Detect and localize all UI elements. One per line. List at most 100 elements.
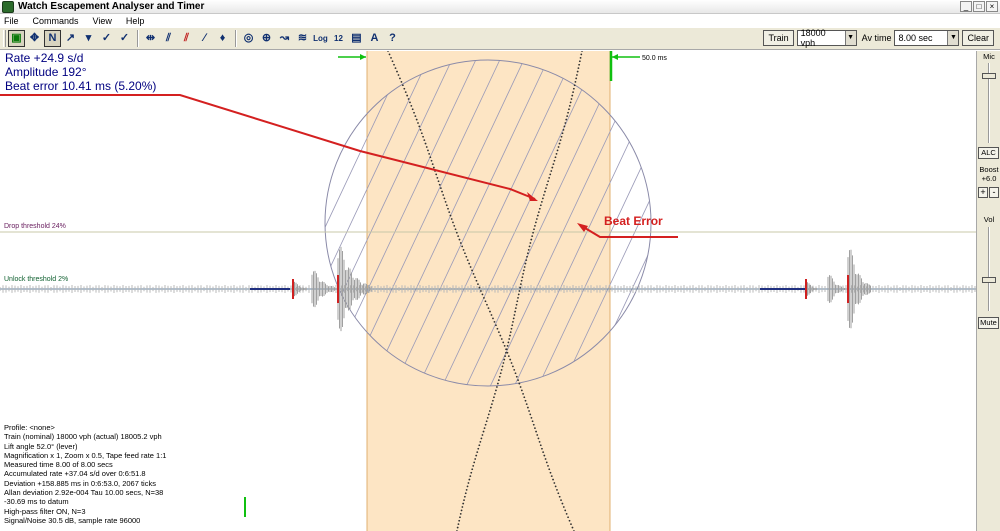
drop-icon[interactable]: ♦: [214, 30, 231, 47]
trace-point: [500, 368, 503, 371]
collapse-icon[interactable]: ⇹: [142, 30, 159, 47]
trace-point: [477, 283, 479, 286]
train-button[interactable]: Train: [763, 30, 794, 46]
waveform-icon[interactable]: N: [44, 30, 61, 47]
expand-icon[interactable]: ⊕: [258, 30, 275, 47]
minimize-button[interactable]: _: [960, 1, 972, 12]
trace-point: [437, 180, 440, 183]
hatch-line: [704, 51, 864, 391]
trace-point: [423, 139, 426, 142]
boost-increase-button[interactable]: +: [978, 187, 988, 198]
trace-point: [468, 262, 471, 265]
trace-point: [534, 221, 537, 224]
trace-point: [531, 235, 534, 238]
slash-icon[interactable]: ⫽: [160, 30, 177, 47]
av-time-select[interactable]: 8.00 sec ▼: [894, 30, 960, 46]
trace-point: [470, 471, 473, 474]
vol-slider-thumb[interactable]: [982, 277, 996, 283]
move-icon[interactable]: ✥: [26, 30, 43, 47]
lift-angle-icon[interactable]: ↗: [62, 30, 79, 47]
maximize-button[interactable]: □: [973, 1, 985, 12]
trace-point: [419, 128, 422, 131]
trace-point: [484, 300, 487, 303]
trace-point: [467, 482, 470, 484]
trace-point: [538, 207, 541, 210]
trace-point: [524, 262, 527, 265]
trace-point: [411, 108, 414, 111]
clear-button[interactable]: Clear: [962, 30, 994, 46]
info-line: Signal/Noise 30.5 dB, sample rate 96000: [4, 515, 141, 525]
chevron-down-icon: ▼: [947, 31, 959, 45]
mic-slider-thumb[interactable]: [982, 73, 996, 79]
app-icon: [2, 1, 14, 13]
trace-point: [529, 413, 532, 416]
train-select[interactable]: 18000 vph ▼: [796, 28, 857, 48]
help-cursor-icon[interactable]: ?: [384, 30, 401, 47]
toolbar-grip: [3, 30, 6, 47]
mute-button[interactable]: Mute: [978, 317, 999, 329]
info-line: High-pass filter ON, N=3: [4, 506, 86, 516]
trace-point: [563, 125, 566, 128]
trace-point: [480, 290, 482, 292]
trace-point: [517, 293, 520, 296]
info-panel: Profile: <none> Train (nominal) 18000 vp…: [4, 423, 166, 525]
trace-point: [570, 98, 573, 100]
hatch-line: [776, 51, 936, 391]
vol-slider-track[interactable]: [988, 227, 990, 311]
title-bar: Watch Escapement Analyser and Timer _ □ …: [0, 0, 1000, 14]
menu-bar: File Commands View Help: [0, 14, 1000, 27]
chart-icon[interactable]: ▤: [348, 30, 365, 47]
menu-help[interactable]: Help: [126, 16, 145, 26]
trace-point: [487, 307, 490, 310]
trace-point: [462, 502, 465, 505]
vol-label: Vol: [983, 215, 995, 224]
trace-point: [459, 242, 462, 244]
trace-point: [560, 499, 562, 502]
trace-icon[interactable]: ↝: [276, 30, 293, 47]
close-button[interactable]: ×: [986, 1, 998, 12]
trace-point: [524, 399, 527, 402]
boost-decrease-button[interactable]: -: [989, 187, 999, 198]
info-line: Accumulated rate +37.04 s/d over 0:6:51.…: [4, 469, 146, 479]
trace-point: [497, 379, 500, 382]
flag-icon[interactable]: ▾: [80, 30, 97, 47]
trace-point: [522, 272, 525, 275]
tape-icon[interactable]: ✓: [98, 30, 115, 47]
tape-color-icon[interactable]: ✓: [116, 30, 133, 47]
menu-file[interactable]: File: [4, 16, 19, 26]
trace-point: [505, 348, 508, 351]
record-icon[interactable]: ▣: [8, 30, 25, 47]
trace-point: [537, 211, 540, 214]
trace-point: [523, 396, 526, 399]
trace-point: [438, 183, 441, 186]
trace-point: [464, 252, 466, 255]
mic-label: Mic: [983, 52, 995, 61]
multi-trace-icon[interactable]: ≋: [294, 30, 311, 47]
trace-point: [444, 200, 447, 203]
trace-point: [546, 183, 548, 186]
trace-point: [464, 492, 467, 495]
trace-point: [468, 478, 471, 481]
globe-icon[interactable]: ◎: [240, 30, 257, 47]
numbers-icon[interactable]: 12: [330, 30, 347, 47]
log-icon[interactable]: Log: [312, 30, 329, 47]
alc-button[interactable]: ALC: [978, 147, 999, 159]
plot-area[interactable]: 50.0 ms Beat Error Rate +24.9 s/d Amplit…: [0, 51, 976, 531]
trace-point: [461, 506, 464, 508]
trace-point: [568, 108, 570, 111]
trace-point: [463, 495, 466, 498]
pen-icon[interactable]: ∕: [196, 30, 213, 47]
amplitude-icon[interactable]: A: [366, 30, 383, 47]
trace-point: [420, 132, 423, 135]
toolbar: ▣ ✥ N ↗ ▾ ✓ ✓ ⇹ ⫽ ⫽ ∕ ♦ ◎ ⊕ ↝ ≋ Log 12 ▤ A? Train 18000 vph…: [0, 27, 1000, 50]
slash-red-icon[interactable]: ⫽: [178, 30, 195, 47]
trace-point: [530, 416, 533, 419]
menu-commands[interactable]: Commands: [33, 16, 79, 26]
trace-point: [509, 358, 512, 361]
trace-point: [545, 187, 547, 190]
trace-point: [463, 499, 465, 502]
menu-view[interactable]: View: [93, 16, 112, 26]
trace-point: [525, 403, 528, 406]
trace-point: [456, 526, 459, 529]
trace-point: [489, 406, 492, 409]
